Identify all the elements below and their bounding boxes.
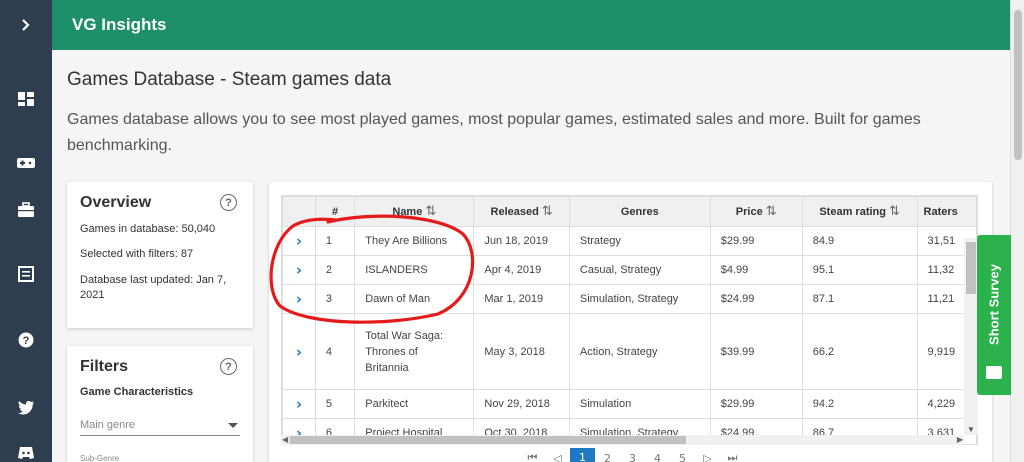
sidebar: ?	[0, 0, 52, 462]
sort-icon: ⇅	[541, 204, 553, 219]
page-scrollbar-thumb[interactable]	[1014, 10, 1022, 160]
selected-with-filters: Selected with filters: 87	[80, 248, 194, 260]
overview-card: Overview ? Games in database: 50,040 Sel…	[67, 182, 253, 328]
scroll-down-arrow-icon[interactable]: ▼	[967, 425, 975, 434]
sub-genre-label: Sub-Genre	[80, 454, 120, 462]
chevron-right-icon: ›	[295, 342, 303, 361]
page-4-button[interactable]: 4	[645, 452, 670, 462]
main-genre-placeholder: Main genre	[80, 419, 136, 431]
short-survey-tab[interactable]: Short Survey	[977, 235, 1011, 395]
help-icon[interactable]: ?	[0, 325, 52, 355]
table-cell-released: Mar 1, 2019	[473, 284, 570, 314]
filters-title: Filters	[80, 358, 129, 375]
table-vertical-scrollbar-thumb[interactable]	[966, 242, 976, 294]
gamepad-icon[interactable]	[0, 148, 52, 178]
twitter-icon[interactable]	[0, 392, 52, 422]
chevron-right-icon[interactable]	[0, 10, 52, 40]
svg-text:?: ?	[23, 335, 30, 347]
table-cell-rating: 87.1	[801, 284, 918, 314]
chevron-right-icon: ›	[295, 395, 303, 413]
scroll-left-arrow-icon[interactable]: ◀	[282, 435, 288, 444]
caret-down-icon	[228, 423, 238, 428]
app-header: VG Insights	[52, 0, 1010, 50]
table-cell-rank: 5	[314, 389, 356, 419]
table-cell-genres: Simulation	[568, 389, 711, 419]
next-page-icon[interactable]: ▷	[695, 452, 720, 462]
page-3-button[interactable]: 3	[620, 452, 645, 462]
table-horizontal-scrollbar[interactable]: ◀ ▶	[281, 435, 964, 445]
table-cell-genres: Action, Strategy	[568, 313, 711, 390]
filters-card: Filters ? Game Characteristics Main genr…	[67, 346, 253, 462]
page-scrollbar[interactable]	[1010, 0, 1024, 462]
table-cell-genres: Simulation, Strategy	[568, 284, 711, 314]
page-5-button[interactable]: 5	[670, 452, 695, 462]
pagination: ⏮ ◁ 1 2 3 4 5 ▷ ⏭	[520, 448, 745, 462]
sort-icon: ⇅	[888, 204, 900, 219]
overview-title: Overview	[80, 194, 152, 211]
game-characteristics-heading: Game Characteristics	[80, 386, 194, 398]
genres-column-header[interactable]: Genres	[568, 196, 711, 227]
page-2-button[interactable]: 2	[595, 452, 620, 462]
released-column-header[interactable]: Released ⇅	[473, 196, 570, 227]
discord-icon[interactable]	[0, 438, 52, 462]
table-cell-price: $4.99	[709, 255, 803, 285]
table-cell-released: Apr 4, 2019	[473, 255, 570, 285]
table-cell-price: $24.99	[709, 284, 803, 314]
table-cell-released: May 3, 2018	[473, 313, 570, 390]
short-survey-label: Short Survey	[986, 264, 1002, 345]
table-cell-released: Nov 29, 2018	[473, 389, 570, 419]
scroll-right-arrow-icon[interactable]: ▶	[957, 435, 963, 444]
database-last-updated: Database last updated: Jan 7, 2021	[80, 274, 227, 301]
dashboard-icon[interactable]	[0, 84, 52, 114]
page-1-button[interactable]: 1	[570, 448, 595, 462]
last-page-icon[interactable]: ⏭	[720, 451, 745, 462]
table-vertical-scrollbar[interactable]: ▼	[964, 238, 978, 435]
briefcase-icon[interactable]	[0, 195, 52, 225]
table-row[interactable]: › 5 Parkitect Nov 29, 2018 Simulation $2…	[282, 389, 977, 419]
table-cell-rating: 94.2	[801, 389, 918, 419]
games-in-database: Games in database: 50,040	[80, 223, 216, 235]
sort-icon: ⇅	[765, 204, 777, 219]
help-icon[interactable]: ?	[220, 194, 237, 211]
table-cell-price: $29.99	[709, 226, 803, 256]
raters-column-header[interactable]: Raters	[916, 196, 977, 227]
steam-rating-column-header[interactable]: Steam rating ⇅	[801, 196, 918, 227]
page-description: Games database allows you to see most pl…	[67, 111, 921, 154]
table-cell-rating: 84.9	[801, 226, 918, 256]
table-cell-name[interactable]: Parkitect	[354, 389, 475, 419]
list-icon[interactable]	[0, 259, 52, 289]
chat-icon	[986, 366, 1002, 379]
table-cell-rating: 95.1	[801, 255, 918, 285]
app-title[interactable]: VG Insights	[72, 15, 166, 35]
price-column-header[interactable]: Price ⇅	[709, 196, 803, 227]
help-icon[interactable]: ?	[220, 358, 237, 375]
page-title: Games Database - Steam games data	[67, 69, 392, 90]
table-cell-rating: 66.2	[801, 313, 918, 390]
red-annotation-circle	[269, 214, 475, 324]
table-cell-price: $39.99	[709, 313, 803, 390]
table-cell-genres: Casual, Strategy	[568, 255, 711, 285]
table-cell-price: $29.99	[709, 389, 803, 419]
previous-page-icon[interactable]: ◁	[545, 452, 570, 462]
main-genre-select[interactable]: Main genre	[80, 416, 240, 436]
table-cell-released: Jun 18, 2019	[473, 226, 570, 256]
table-cell-genres: Strategy	[568, 226, 711, 256]
first-page-icon[interactable]: ⏮	[520, 451, 545, 462]
table-horizontal-scrollbar-thumb[interactable]	[290, 436, 686, 444]
expand-row-button[interactable]: ›	[282, 389, 316, 419]
